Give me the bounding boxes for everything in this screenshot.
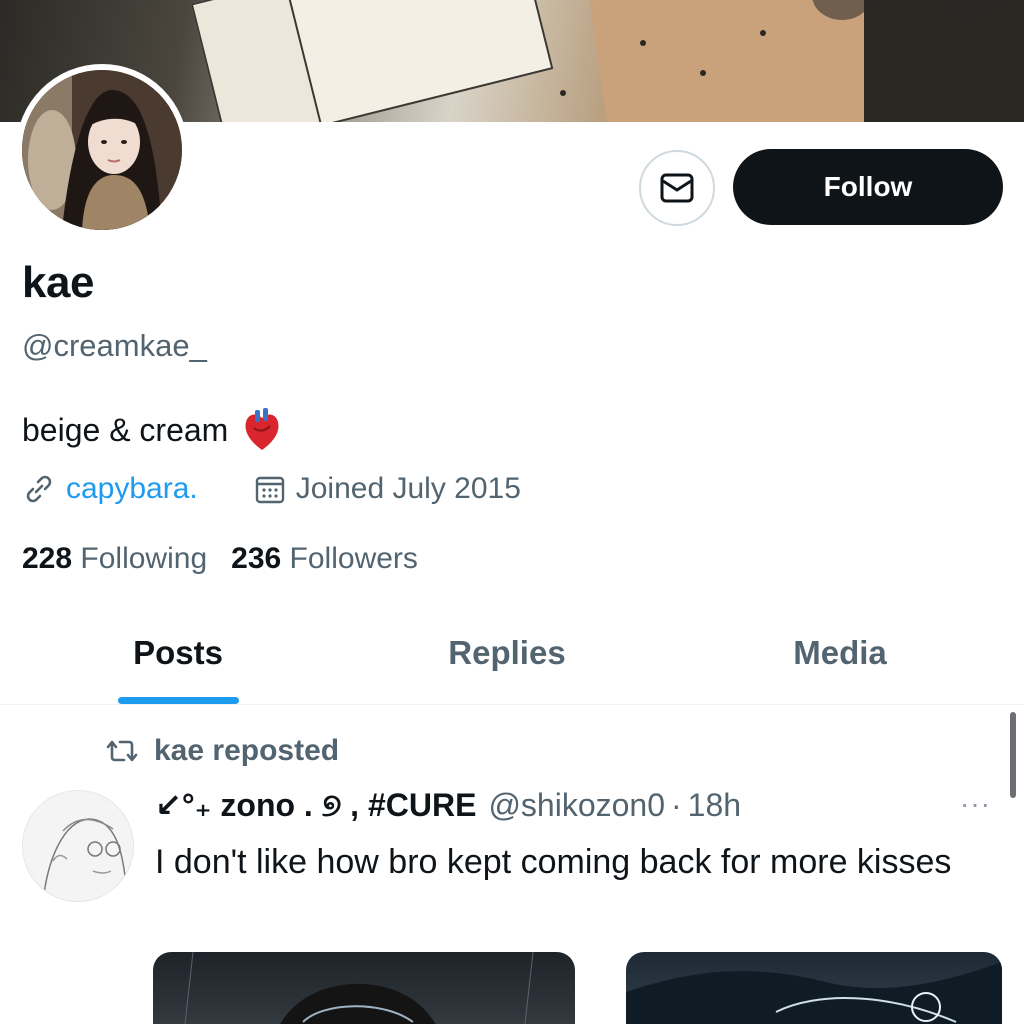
repost-indicator: kae reposted [104, 734, 339, 768]
post-separator: · [671, 787, 682, 823]
banner-shadow [864, 0, 1024, 122]
banner-speck [640, 40, 646, 46]
followers-stat[interactable]: 236 Followers [231, 542, 418, 576]
post-time[interactable]: 18h [688, 787, 741, 824]
tab-posts[interactable]: Posts [0, 600, 356, 705]
banner-card-graphic [286, 0, 554, 122]
more-options-icon[interactable]: ··· [960, 788, 991, 820]
post-author-handle[interactable]: @shikozon0 [488, 787, 665, 824]
banner-speck [760, 30, 766, 36]
post-media-image[interactable] [153, 952, 575, 1024]
followers-label: Followers [289, 542, 418, 575]
post-avatar-illustration [23, 791, 133, 901]
message-button[interactable] [639, 150, 715, 226]
avatar-illustration [22, 70, 182, 230]
banner-box-graphic [589, 0, 911, 122]
profile-bio: beige & cream [22, 408, 282, 452]
post-media-image[interactable] [626, 952, 1002, 1024]
media-illustration [626, 962, 1002, 1024]
post-author-name[interactable]: ↙°₊ zono . ୭ , #CURE [155, 786, 476, 825]
tab-media[interactable]: Media [672, 600, 1008, 705]
follow-stats: 228 Following 236 Followers [22, 542, 418, 576]
profile-page: Follow kae @creamkae_ beige & cream capy… [0, 0, 1024, 1024]
join-date-text: Joined July 2015 [295, 472, 521, 505]
media-illustration [184, 952, 534, 1024]
tab-replies[interactable]: Replies [340, 600, 674, 705]
post-text: I don't like how bro kept coming back fo… [155, 843, 952, 881]
link-icon [26, 475, 52, 503]
envelope-icon [660, 173, 694, 203]
display-name: kae [22, 258, 94, 307]
join-date: Joined July 2015 [254, 472, 521, 506]
followers-count: 236 [231, 542, 282, 575]
profile-avatar[interactable] [16, 64, 188, 236]
repost-icon [106, 740, 138, 762]
website-text[interactable]: capybara. [66, 472, 198, 506]
scrollbar[interactable] [1010, 712, 1016, 798]
calendar-icon [255, 476, 284, 504]
following-label: Following [80, 542, 208, 575]
avatar-image [22, 70, 182, 230]
follow-button[interactable]: Follow [733, 149, 1003, 225]
active-tab-indicator [118, 697, 239, 704]
following-count: 228 [22, 542, 73, 575]
bio-text: beige & cream [22, 411, 229, 448]
post-author-avatar[interactable] [22, 790, 134, 902]
following-stat[interactable]: 228 Following [22, 542, 207, 576]
website-link[interactable]: capybara. [22, 472, 198, 506]
profile-tabs: Posts Replies Media [0, 600, 1024, 705]
banner-speck [560, 90, 566, 96]
profile-meta: capybara. Joined July 2015 [22, 472, 521, 506]
post-header: ↙°₊ zono . ୭ , #CURE @shikozon0 · 18h [155, 786, 741, 825]
repost-label[interactable]: kae reposted [154, 734, 339, 768]
anatomical-heart-icon [245, 408, 279, 450]
username-handle: @creamkae_ [22, 328, 207, 363]
banner-speck [700, 70, 706, 76]
